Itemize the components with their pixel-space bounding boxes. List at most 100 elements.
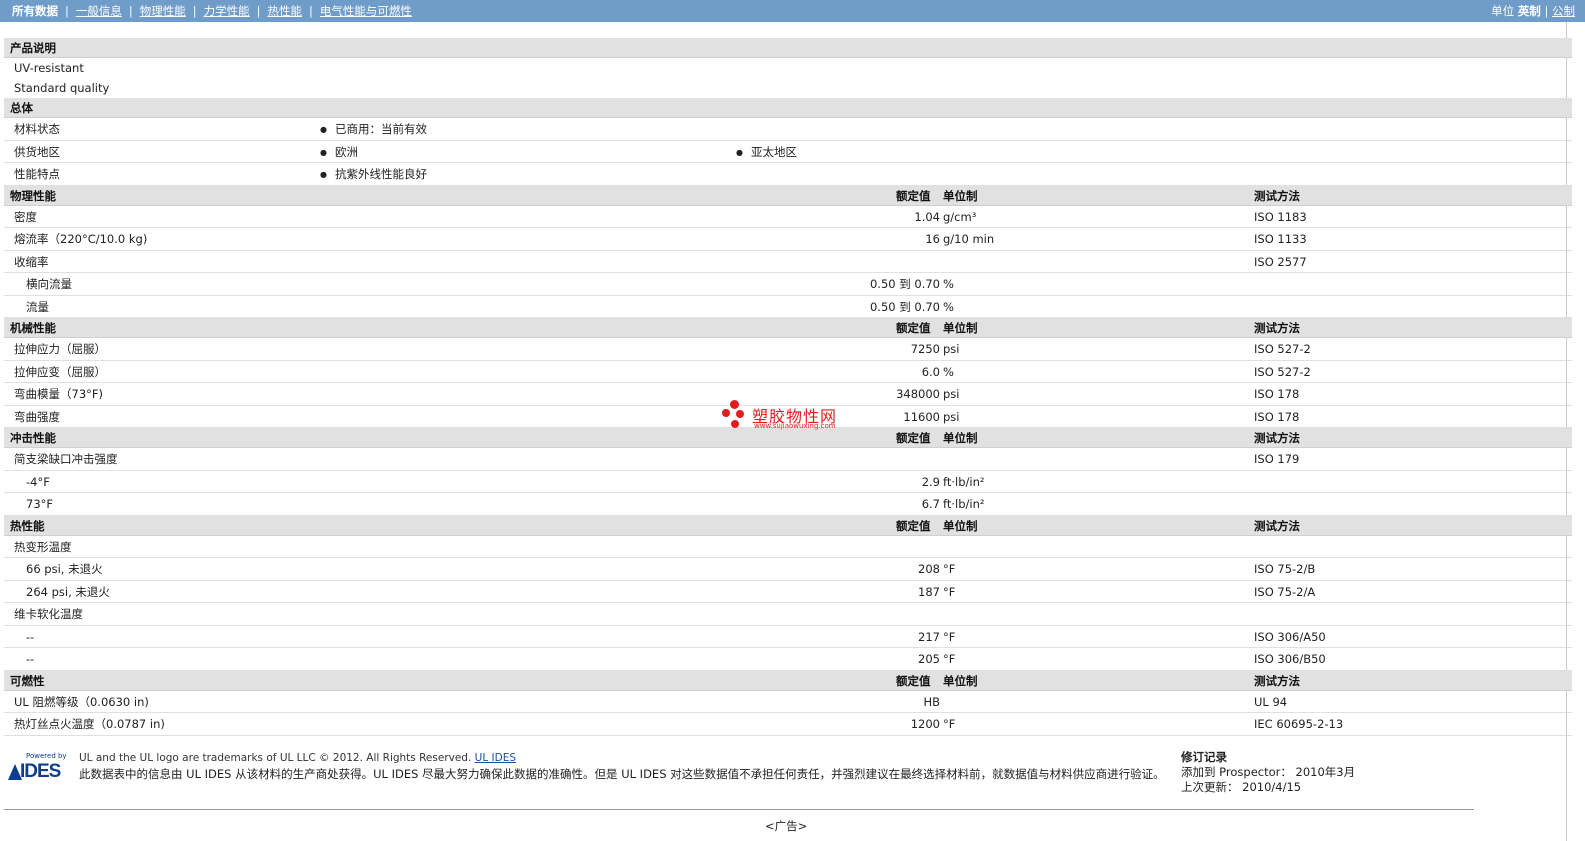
property-value: 6.0 bbox=[921, 364, 940, 379]
property-label: 密度 bbox=[14, 209, 37, 224]
nav-general-info[interactable]: 一般信息 bbox=[76, 3, 122, 19]
property-value: 11600 bbox=[903, 409, 940, 424]
property-label: -- bbox=[26, 629, 35, 644]
nav-thermal[interactable]: 热性能 bbox=[268, 3, 303, 19]
section-header-product: 产品说明 bbox=[4, 38, 1572, 58]
property-label: 熔流率（220°C/10.0 kg) bbox=[14, 232, 148, 246]
test-method: ISO 2577 bbox=[1254, 254, 1307, 269]
property-label: 收缩率 bbox=[14, 254, 49, 269]
property-label: 拉伸应变（屈服） bbox=[14, 364, 106, 379]
section-header: 可燃性 额定值 单位制 测试方法 bbox=[4, 670, 1572, 691]
property-row: 拉伸应变（屈服） 6.0% ISO 527-2 bbox=[4, 361, 1572, 383]
property-unit: °F bbox=[943, 562, 956, 576]
unit-switcher: 单位 英制 | 公制 bbox=[1491, 4, 1575, 18]
property-unit: % bbox=[943, 364, 954, 379]
property-label: 热灯丝点火温度（0.0787 in) bbox=[14, 717, 165, 731]
property-value: 217 bbox=[918, 629, 940, 644]
section-header-general: 总体 bbox=[4, 98, 1572, 118]
test-method: ISO 306/B50 bbox=[1254, 652, 1326, 666]
property-row: 热变形温度 bbox=[4, 536, 1572, 558]
property-value: 16 bbox=[925, 232, 940, 246]
product-line: UV-resistant bbox=[14, 61, 84, 75]
test-method: ISO 75-2/A bbox=[1254, 584, 1316, 599]
property-value: 7250 bbox=[910, 342, 940, 356]
property-value: 187 bbox=[918, 584, 940, 599]
property-unit: °F bbox=[943, 629, 956, 644]
property-value: 0.50 到 0.70 bbox=[869, 299, 940, 314]
property-row: 66 psi, 未退火 208 °F ISO 75-2/B bbox=[4, 558, 1572, 581]
property-value: 208 bbox=[918, 562, 940, 576]
test-method: UL 94 bbox=[1254, 694, 1288, 709]
test-method: ISO 75-2/B bbox=[1254, 562, 1316, 576]
test-method: ISO 1183 bbox=[1254, 209, 1307, 224]
section-header: 热性能 额定值 单位制 测试方法 bbox=[4, 515, 1572, 536]
property-row: 密度 1.04 g/cm³ ISO 1183 bbox=[4, 206, 1572, 228]
nav-all-data[interactable]: 所有数据 bbox=[12, 3, 58, 19]
property-value: HB bbox=[923, 694, 940, 709]
property-value: 348000 bbox=[896, 387, 940, 401]
ul-ides-link[interactable]: UL IDES bbox=[475, 752, 516, 764]
test-method: ISO 178 bbox=[1254, 387, 1300, 401]
nav-electrical-flammability[interactable]: 电气性能与可燃性 bbox=[320, 3, 412, 19]
property-value: 1200 bbox=[910, 717, 940, 731]
property-value: 2.9 bbox=[921, 474, 940, 489]
trademark-notice: UL and the UL logo are trademarks of UL … bbox=[79, 752, 517, 764]
footer: Powered by IDES UL and the UL logo are t… bbox=[4, 744, 1474, 810]
unit-english[interactable]: 英制 bbox=[1518, 4, 1541, 18]
general-row: 性能特点 抗紫外线性能良好 bbox=[4, 163, 1572, 186]
property-row: 简支梁缺口冲击强度 ISO 179 bbox=[4, 448, 1572, 471]
revision-history: 修订记录 添加到 Prospector： 2010年3月 上次更新： 2010/… bbox=[1181, 750, 1356, 794]
test-method: ISO 527-2 bbox=[1254, 342, 1311, 356]
general-row: 材料状态 已商用：当前有效 bbox=[4, 118, 1572, 141]
ad-label: <广告> bbox=[765, 819, 808, 833]
section-nav: 所有数据 | 一般信息 | 物理性能 | 力学性能 | 热性能 | 电气性能与可燃性 bbox=[12, 3, 412, 19]
property-row: -- 217 °F ISO 306/A50 bbox=[4, 626, 1572, 648]
property-label: 横向流量 bbox=[26, 277, 72, 291]
property-unit: g/cm³ bbox=[943, 209, 977, 224]
property-label: 拉伸应力（屈服） bbox=[14, 342, 106, 356]
watermark-logo: 塑胶物性网 www.sujiaowuxing.com bbox=[722, 400, 862, 436]
property-row: 热灯丝点火温度（0.0787 in) 1200 °F IEC 60695-2-13 bbox=[4, 713, 1572, 736]
property-unit: °F bbox=[943, 652, 956, 666]
property-value: 1.04 bbox=[914, 209, 940, 224]
property-row: 264 psi, 未退火 187 °F ISO 75-2/A bbox=[4, 581, 1572, 603]
property-value: 0.50 到 0.70 bbox=[869, 277, 940, 291]
test-method: ISO 178 bbox=[1254, 409, 1300, 424]
test-method: ISO 179 bbox=[1254, 452, 1300, 466]
ides-logo: Powered by IDES bbox=[8, 752, 70, 782]
test-method: ISO 527-2 bbox=[1254, 364, 1311, 379]
property-value: 6.7 bbox=[921, 497, 940, 511]
property-label: UL 阻燃等级（0.0630 in) bbox=[14, 694, 149, 709]
property-label: 维卡软化温度 bbox=[14, 607, 83, 621]
nav-mechanical[interactable]: 力学性能 bbox=[204, 3, 250, 19]
nav-physical[interactable]: 物理性能 bbox=[140, 3, 186, 19]
property-label: 66 psi, 未退火 bbox=[26, 562, 103, 576]
unit-metric[interactable]: 公制 bbox=[1552, 4, 1575, 18]
property-unit: % bbox=[943, 277, 954, 291]
property-label: 弯曲模量（73°F) bbox=[14, 387, 103, 401]
property-label: -4°F bbox=[26, 474, 50, 489]
property-row: 熔流率（220°C/10.0 kg) 16 g/10 min ISO 1133 bbox=[4, 228, 1572, 251]
property-unit: ft·lb/in² bbox=[943, 497, 985, 511]
property-row: 横向流量 0.50 到 0.70% bbox=[4, 273, 1572, 296]
property-row: 维卡软化温度 bbox=[4, 603, 1572, 626]
property-label: 弯曲强度 bbox=[14, 409, 60, 424]
property-row: -4°F 2.9 ft·lb/in² bbox=[4, 471, 1572, 493]
property-row: 收缩率 ISO 2577 bbox=[4, 251, 1572, 273]
property-row: 拉伸应力（屈服） 7250 psi ISO 527-2 bbox=[4, 338, 1572, 361]
property-sections: 物理性能 额定值 单位制 测试方法 密度 1.04 g/cm³ ISO 1183 熔流率（220… bbox=[4, 185, 1572, 736]
property-unit: g/10 min bbox=[943, 232, 995, 246]
property-label: 73°F bbox=[26, 497, 53, 511]
property-unit: °F bbox=[943, 717, 956, 731]
test-method: ISO 306/A50 bbox=[1254, 629, 1326, 644]
units-label: 单位 bbox=[1491, 4, 1515, 18]
datasheet: 产品说明 UV-resistant Standard quality 总体 材料… bbox=[4, 38, 1572, 736]
property-unit: °F bbox=[943, 584, 956, 599]
test-method: ISO 1133 bbox=[1254, 232, 1307, 246]
property-row: 73°F 6.7 ft·lb/in² bbox=[4, 493, 1572, 516]
property-unit: psi bbox=[943, 387, 960, 401]
test-method: IEC 60695-2-13 bbox=[1254, 717, 1344, 731]
disclaimer: 此数据表中的信息由 UL IDES 从该材料的生产商处获得。UL IDES 尽最… bbox=[79, 767, 1165, 781]
general-row: 供货地区 欧洲 亚太地区 bbox=[4, 141, 1572, 163]
section-header: 机械性能 额定值 单位制 测试方法 bbox=[4, 318, 1572, 338]
